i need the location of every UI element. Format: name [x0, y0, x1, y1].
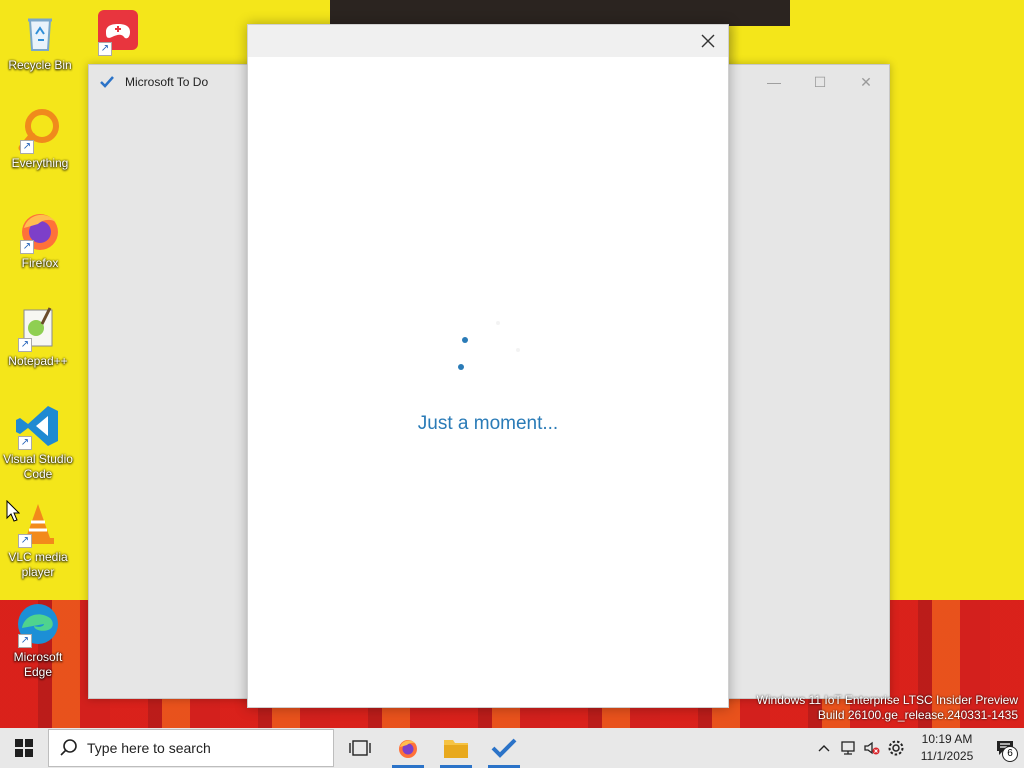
loading-spinner-icon [458, 321, 520, 370]
taskbar-firefox[interactable] [384, 728, 432, 768]
vlc-icon: ↗ [14, 500, 62, 548]
desktop-icon-vscode[interactable]: ↗ Visual Studio Code [0, 402, 76, 482]
window-title: Microsoft To Do [125, 75, 209, 89]
settings-button[interactable] [884, 728, 908, 768]
notification-badge: 6 [1002, 746, 1018, 762]
firefox-icon: ↗ [16, 206, 64, 254]
desktop-icon-label: Visual Studio Code [3, 452, 73, 481]
shortcut-arrow-icon: ↗ [18, 534, 32, 548]
maximize-button[interactable]: ☐ [797, 65, 843, 99]
desktop-icon-everything[interactable]: ↗ Everything [2, 106, 78, 171]
everything-icon: ↗ [16, 106, 64, 154]
start-button[interactable] [0, 728, 48, 768]
shortcut-arrow-icon: ↗ [20, 240, 34, 254]
sign-in-dialog: Just a moment... [247, 24, 729, 708]
task-view-icon [349, 740, 371, 756]
shortcut-arrow-icon: ↗ [18, 338, 32, 352]
recycle-bin-icon [16, 8, 64, 56]
network-icon [841, 741, 855, 755]
taskbar-search-box[interactable]: Type here to search [48, 729, 334, 767]
minimize-button[interactable]: — [751, 65, 797, 99]
todo-check-icon [100, 76, 114, 88]
windows-watermark: Windows 11 IoT Enterprise LTSC Insider P… [757, 693, 1018, 723]
shortcut-arrow-icon: ↗ [20, 140, 34, 154]
desktop-icon-notepad-plus-plus[interactable]: ↗ Notepad++ [0, 304, 76, 369]
volume-muted-icon [864, 741, 880, 755]
vscode-icon: ↗ [14, 402, 62, 450]
close-button[interactable]: ✕ [843, 65, 889, 99]
system-tray: 10:19 AM 11/1/2025 6 [812, 728, 1024, 768]
volume-button[interactable] [860, 728, 884, 768]
firefox-icon [399, 740, 417, 758]
network-button[interactable] [836, 728, 860, 768]
dialog-close-button[interactable] [698, 31, 718, 51]
chevron-up-icon [818, 745, 830, 752]
shortcut-arrow-icon: ↗ [18, 436, 32, 450]
close-icon [701, 34, 715, 48]
watermark-line-1: Windows 11 IoT Enterprise LTSC Insider P… [756, 693, 1018, 707]
todo-check-icon [491, 738, 517, 758]
desktop-icon-label: VLC media player [8, 550, 68, 579]
task-view-button[interactable] [336, 728, 384, 768]
desktop-icon-label: Everything [11, 156, 69, 170]
notification-center-button[interactable]: 6 [986, 728, 1024, 768]
desktop-icon-label: Microsoft Edge [13, 650, 63, 679]
taskbar-clock[interactable]: 10:19 AM 11/1/2025 [912, 731, 982, 765]
windows-logo-icon [15, 739, 33, 757]
shortcut-arrow-icon: ↗ [18, 634, 32, 648]
gear-icon [888, 740, 904, 756]
dialog-titlebar [248, 25, 728, 57]
show-hidden-icons-button[interactable] [812, 728, 836, 768]
watermark-line-2: Build 26100.ge_release.240331-1435 [817, 708, 1018, 722]
taskbar: Type here to search 10:19 AM 11/1/2025 6 [0, 728, 1024, 768]
clock-time: 10:19 AM [921, 732, 973, 746]
clock-date: 11/1/2025 [920, 749, 974, 763]
taskbar-microsoft-todo[interactable] [480, 728, 528, 768]
search-icon [60, 739, 77, 756]
mouse-cursor-icon [6, 500, 20, 522]
desktop-icon-edge[interactable]: ↗ Microsoft Edge [0, 600, 76, 680]
desktop-icon-label: Notepad++ [8, 354, 68, 368]
game-app-icon: ↗ [94, 8, 142, 56]
desktop-icon-recycle-bin[interactable]: Recycle Bin [2, 8, 78, 73]
loading-message: Just a moment... [417, 413, 559, 434]
desktop-icon-label: Recycle Bin [8, 58, 72, 72]
wallpaper-dark-region [330, 0, 790, 26]
search-placeholder: Type here to search [87, 740, 211, 756]
edge-icon: ↗ [14, 600, 62, 648]
notepad-plus-plus-icon: ↗ [14, 304, 62, 352]
desktop-icon-firefox[interactable]: ↗ Firefox [2, 206, 78, 271]
shortcut-arrow-icon: ↗ [98, 42, 112, 56]
folder-icon [444, 740, 468, 758]
desktop-icon-label: Firefox [21, 256, 59, 270]
desktop-icon-game[interactable]: ↗ [80, 8, 156, 58]
taskbar-file-explorer[interactable] [432, 728, 480, 768]
